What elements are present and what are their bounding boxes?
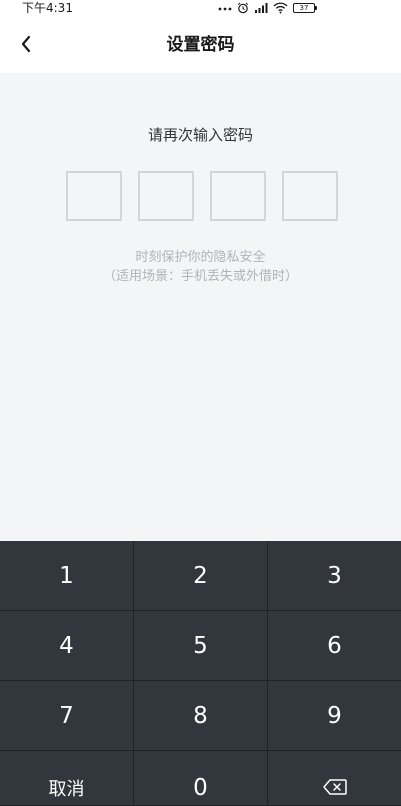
battery-icon: 37 — [293, 3, 317, 13]
page-title: 设置密码 — [166, 35, 235, 55]
backspace-icon — [322, 775, 347, 801]
pin-box — [66, 171, 122, 221]
header: 设置密码 — [0, 16, 401, 73]
key-9[interactable]: 9 — [268, 681, 401, 751]
password-content: 请再次输入密码 时刻保护你的隐私安全 （适用场景：手机丢失或外借时） — [0, 73, 401, 541]
more-dots-icon — [218, 5, 232, 11]
pin-box — [282, 171, 338, 221]
status-bar: 下午4:31 37 — [0, 0, 401, 16]
key-2[interactable]: 2 — [134, 541, 268, 611]
key-1[interactable]: 1 — [0, 541, 134, 611]
key-5[interactable]: 5 — [134, 611, 268, 681]
numeric-keypad: 1 2 3 4 5 6 7 8 9 取消 0 — [0, 541, 401, 806]
key-4[interactable]: 4 — [0, 611, 134, 681]
delete-button[interactable] — [268, 751, 401, 806]
key-0[interactable]: 0 — [134, 751, 268, 806]
key-3[interactable]: 3 — [268, 541, 401, 611]
pin-box — [138, 171, 194, 221]
key-8[interactable]: 8 — [134, 681, 268, 751]
wifi-icon — [273, 2, 288, 14]
password-prompt: 请再次输入密码 — [147, 126, 253, 144]
cancel-button[interactable]: 取消 — [0, 751, 134, 806]
pin-input-row[interactable] — [66, 171, 338, 221]
status-time: 下午4:31 — [22, 1, 73, 15]
pin-box — [210, 171, 266, 221]
key-7[interactable]: 7 — [0, 681, 134, 751]
signal-icon — [254, 2, 268, 14]
privacy-hint: 时刻保护你的隐私安全 — [135, 250, 266, 265]
usage-scenario-hint: （适用场景：手机丢失或外借时） — [102, 269, 298, 284]
status-icons: 37 — [218, 0, 317, 16]
key-6[interactable]: 6 — [268, 611, 401, 681]
alarm-icon — [237, 2, 249, 14]
